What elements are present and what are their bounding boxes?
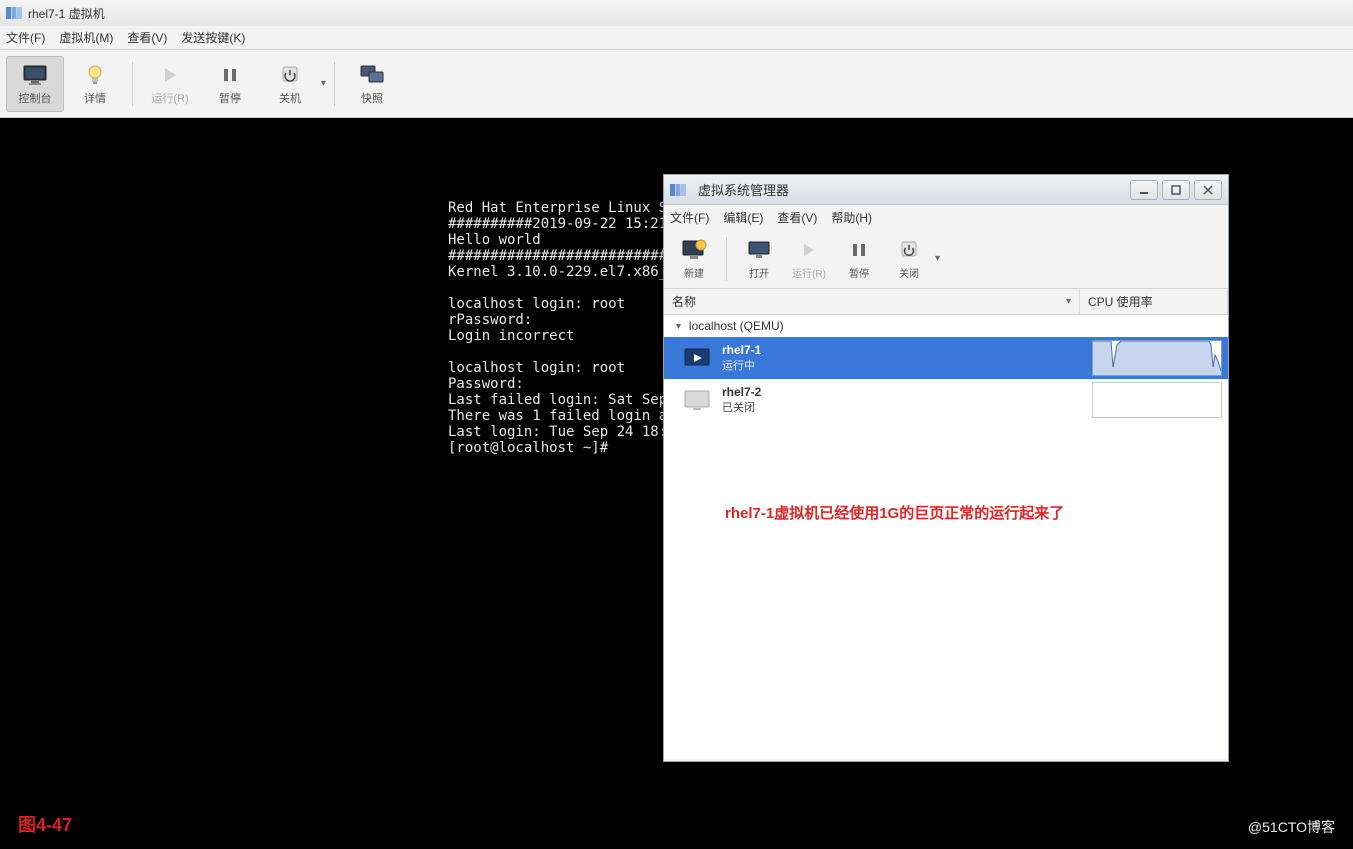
vmm-run-label: 运行(R)	[792, 265, 826, 280]
vm-viewer-toolbar: 控制台 详情 运行(R) 暂停 关机	[0, 50, 1353, 118]
monitor-icon	[747, 237, 771, 263]
virt-manager-title: 虚拟系统管理器	[698, 180, 789, 199]
vm-running-icon	[682, 346, 712, 370]
vmm-menu-help[interactable]: 帮助(H)	[831, 209, 872, 226]
minimize-button[interactable]	[1130, 180, 1158, 200]
header-name[interactable]: 名称 ▾	[664, 289, 1080, 314]
vmm-pause-label: 暂停	[849, 265, 869, 280]
open-button[interactable]: 打开	[735, 233, 783, 285]
play-icon	[801, 237, 817, 263]
virt-manager-window: 虚拟系统管理器 文件(F) 编辑(E) 查看(V) 帮助(H) 新建 打开	[663, 174, 1229, 762]
pause-icon	[852, 237, 866, 263]
vmm-pause-button[interactable]: 暂停	[835, 233, 883, 285]
vmm-menu-view[interactable]: 查看(V)	[777, 209, 817, 226]
vmm-close-label: 关闭	[899, 265, 919, 280]
menu-vm[interactable]: 虚拟机(M)	[59, 29, 113, 46]
vm-row-rhel7-2[interactable]: rhel7-2 已关闭	[664, 379, 1228, 421]
play-icon	[161, 62, 179, 88]
run-button: 运行(R)	[141, 56, 199, 112]
new-vm-button[interactable]: 新建	[670, 233, 718, 285]
virt-manager-icon	[670, 184, 686, 196]
shutdown-icon	[279, 62, 301, 88]
virt-manager-menubar: 文件(F) 编辑(E) 查看(V) 帮助(H)	[664, 205, 1228, 229]
details-label: 详情	[84, 90, 106, 106]
console-output[interactable]: Red Hat Enterprise Linux Se ##########20…	[448, 200, 684, 456]
vm-name: rhel7-2	[722, 385, 1082, 399]
header-cpu[interactable]: CPU 使用率	[1080, 289, 1228, 314]
vmm-menu-file[interactable]: 文件(F)	[670, 209, 709, 226]
connection-name: localhost (QEMU)	[689, 319, 784, 333]
new-vm-label: 新建	[684, 265, 704, 280]
menu-file[interactable]: 文件(F)	[6, 29, 45, 46]
shutdown-icon	[899, 237, 919, 263]
shutdown-button[interactable]: 关机	[261, 56, 319, 112]
shutdown-label: 关机	[279, 90, 301, 106]
vm-viewer-window: rhel7-1 虚拟机 文件(F) 虚拟机(M) 查看(V) 发送按键(K) 控…	[0, 0, 1353, 118]
vm-off-icon	[682, 388, 712, 412]
console-button[interactable]: 控制台	[6, 56, 64, 112]
expand-triangle-icon[interactable]: ▼	[674, 321, 683, 331]
snapshot-button[interactable]: 快照	[343, 56, 401, 112]
close-button[interactable]	[1194, 180, 1222, 200]
snapshot-icon	[360, 62, 384, 88]
toolbar-separator	[334, 62, 335, 106]
vmm-close-button[interactable]: 关闭	[885, 233, 933, 285]
new-vm-icon	[681, 237, 707, 263]
chevron-down-icon[interactable]: ▾	[321, 78, 326, 89]
vm-viewer-titlebar[interactable]: rhel7-1 虚拟机	[0, 0, 1353, 26]
window-controls	[1130, 180, 1222, 200]
vm-list: ▼ localhost (QEMU) rhel7-1 运行中	[664, 315, 1228, 759]
vm-status: 运行中	[722, 357, 1082, 373]
vmm-menu-edit[interactable]: 编辑(E)	[723, 209, 763, 226]
menu-sendkey[interactable]: 发送按键(K)	[181, 29, 245, 46]
pause-icon	[222, 62, 238, 88]
pause-label: 暂停	[219, 90, 241, 106]
virt-manager-titlebar[interactable]: 虚拟系统管理器	[664, 175, 1228, 205]
connection-row[interactable]: ▼ localhost (QEMU)	[664, 315, 1228, 337]
figure-caption: 图4-47	[18, 811, 72, 837]
virt-manager-icon	[6, 7, 22, 19]
vmm-close-split-button[interactable]: 关闭 ▾	[885, 233, 940, 285]
vm-list-headers: 名称 ▾ CPU 使用率	[664, 289, 1228, 315]
vm-status: 已关闭	[722, 399, 1082, 415]
toolbar-separator	[132, 62, 133, 106]
monitor-icon	[21, 62, 49, 88]
toolbar-separator	[726, 237, 727, 281]
sort-arrow-icon[interactable]: ▾	[1066, 296, 1071, 307]
menu-view[interactable]: 查看(V)	[127, 29, 167, 46]
shutdown-split-button[interactable]: 关机 ▾	[261, 56, 326, 112]
snapshot-label: 快照	[361, 90, 383, 106]
vm-row-rhel7-1[interactable]: rhel7-1 运行中	[664, 337, 1228, 379]
pause-button[interactable]: 暂停	[201, 56, 259, 112]
details-button[interactable]: 详情	[66, 56, 124, 112]
cpu-usage-graph	[1092, 382, 1222, 418]
annotation-text: rhel7-1虚拟机已经使用1G的巨页正常的运行起来了	[725, 502, 1064, 523]
vmm-run-button: 运行(R)	[785, 233, 833, 285]
vm-name: rhel7-1	[722, 343, 1082, 357]
virt-manager-toolbar: 新建 打开 运行(R) 暂停 关闭	[664, 229, 1228, 289]
maximize-button[interactable]	[1162, 180, 1190, 200]
cpu-usage-graph	[1092, 340, 1222, 376]
chevron-down-icon[interactable]: ▾	[935, 253, 940, 264]
vm-viewer-title: rhel7-1 虚拟机	[28, 5, 105, 22]
vm-viewer-menubar: 文件(F) 虚拟机(M) 查看(V) 发送按键(K)	[0, 26, 1353, 50]
run-label: 运行(R)	[151, 90, 188, 106]
watermark: @51CTO博客	[1248, 817, 1335, 837]
bulb-icon	[85, 62, 105, 88]
console-label: 控制台	[19, 90, 52, 106]
open-label: 打开	[749, 265, 769, 280]
